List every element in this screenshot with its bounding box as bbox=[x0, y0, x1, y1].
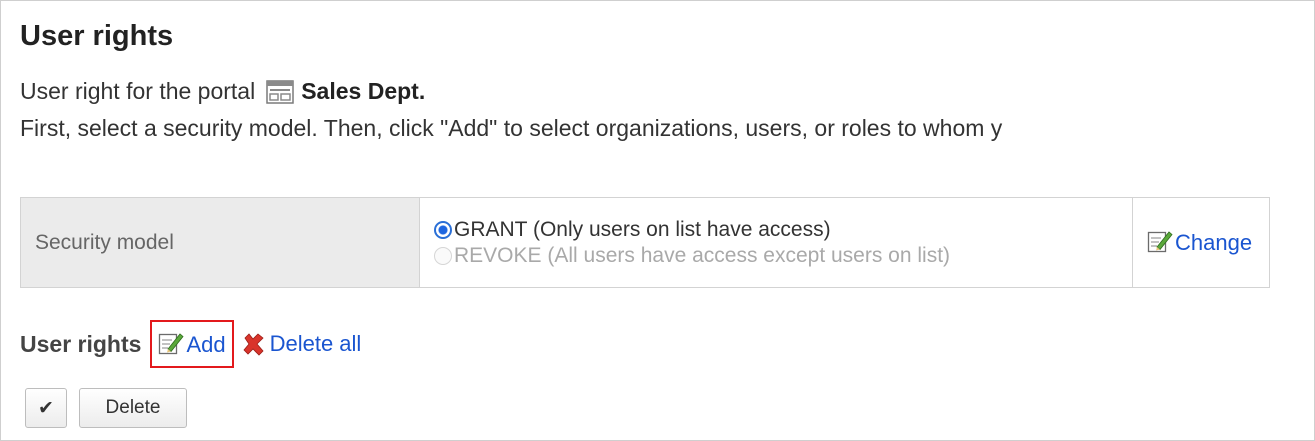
portal-line: User right for the portal Sales Dept. bbox=[20, 78, 425, 105]
add-label: Add bbox=[186, 331, 226, 357]
delete-all-label: Delete all bbox=[269, 331, 362, 356]
action-buttons: ✔ Delete bbox=[25, 388, 187, 428]
option-revoke[interactable]: REVOKE (All users have access except use… bbox=[434, 244, 1132, 268]
select-all-button[interactable]: ✔ bbox=[25, 388, 67, 428]
security-model-label: Security model bbox=[20, 197, 420, 288]
security-model-table: Security model GRANT (Only users on list… bbox=[20, 197, 1270, 288]
delete-all-link[interactable]: Delete all bbox=[240, 331, 362, 357]
option-grant-label: GRANT (Only users on list have access) bbox=[454, 217, 831, 241]
security-model-options: GRANT (Only users on list have access) R… bbox=[419, 197, 1133, 288]
change-label: Change bbox=[1175, 230, 1253, 255]
page-title: User rights bbox=[20, 20, 174, 52]
delete-button[interactable]: Delete bbox=[79, 388, 187, 428]
user-rights-label: User rights bbox=[20, 330, 142, 357]
delete-button-label: Delete bbox=[105, 397, 161, 418]
portal-icon bbox=[265, 79, 295, 105]
option-grant[interactable]: GRANT (Only users on list have access) bbox=[434, 218, 1132, 242]
add-link[interactable]: Add bbox=[158, 331, 226, 358]
portal-prefix: User right for the portal bbox=[20, 78, 256, 104]
change-link[interactable]: Change bbox=[1147, 230, 1252, 255]
edit-icon bbox=[1147, 229, 1173, 253]
portal-name: Sales Dept. bbox=[301, 78, 426, 104]
radio-revoke[interactable] bbox=[434, 246, 452, 265]
add-link-highlight: Add bbox=[150, 320, 234, 368]
x-delete-icon bbox=[243, 333, 264, 356]
user-rights-toolbar: User rights Add Delete all bbox=[20, 318, 361, 370]
instruction-text: First, select a security model. Then, cl… bbox=[20, 115, 1003, 141]
add-edit-icon bbox=[158, 331, 184, 355]
change-cell: Change bbox=[1132, 197, 1270, 288]
option-revoke-label: REVOKE (All users have access except use… bbox=[454, 243, 951, 267]
user-rights-panel: User rights User right for the portal Sa… bbox=[0, 0, 1315, 441]
checkmark-icon: ✔ bbox=[38, 397, 54, 419]
radio-grant[interactable] bbox=[434, 220, 452, 239]
